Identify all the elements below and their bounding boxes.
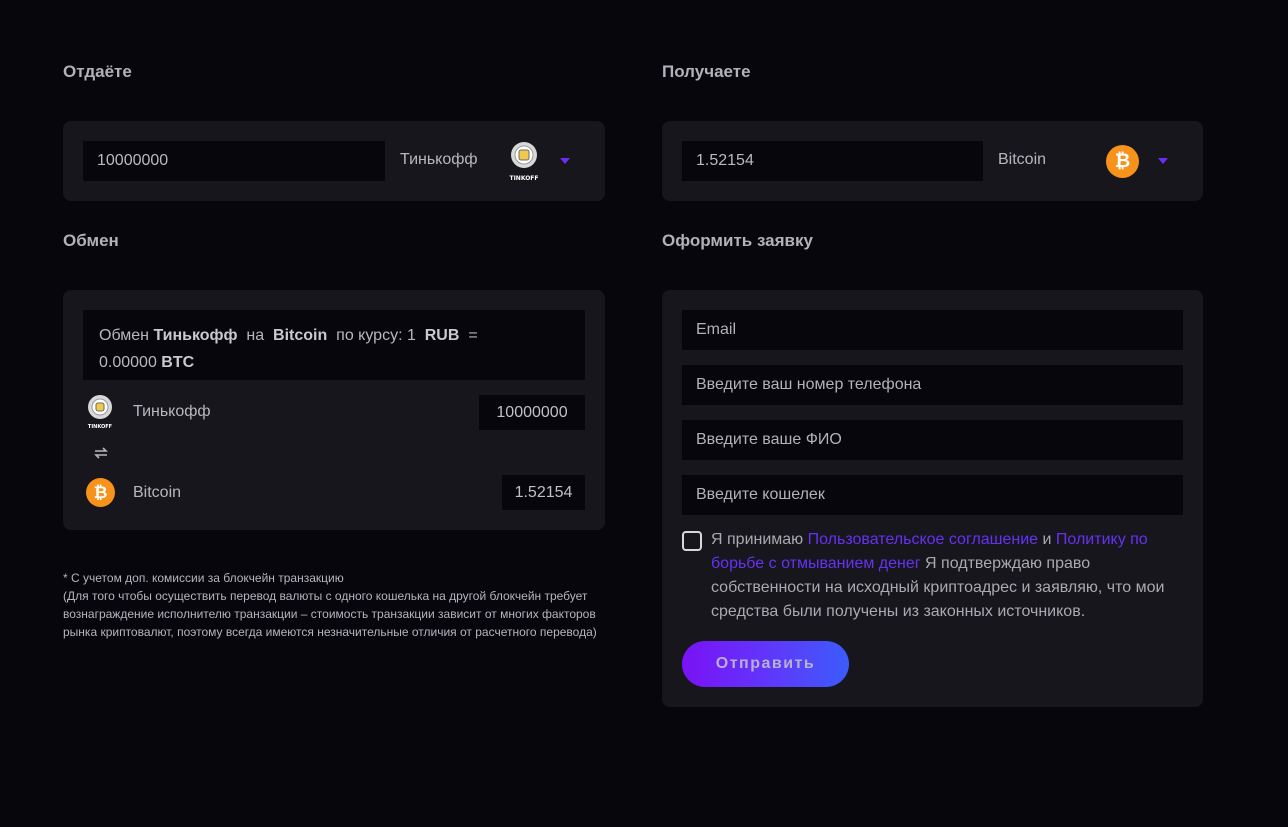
swap-icon[interactable]: [93, 446, 109, 465]
rate-mid: по курсу: 1: [336, 327, 416, 344]
tinkoff-logo-icon[interactable]: TINKOFF: [507, 140, 541, 182]
rate-to: Bitcoin: [273, 327, 328, 344]
give-currency-label[interactable]: Тинькофф: [400, 151, 478, 169]
tinkoff-small-logo-text: TINKOFF: [88, 424, 112, 430]
agree-prefix: Я принимаю: [711, 531, 804, 548]
give-chevron-down-icon[interactable]: [560, 158, 570, 164]
tinkoff-small-icon: TINKOFF: [83, 394, 117, 430]
note-line1: * С учетом доп. комиссии за блокчейн тра…: [63, 571, 344, 585]
agree-checkbox[interactable]: [682, 531, 702, 551]
note-line2: (Для того чтобы осуществить перевод валю…: [63, 589, 597, 639]
rate-from: Тинькофф: [153, 327, 238, 344]
receive-card: 1.52154 Bitcoin ₿: [662, 121, 1203, 201]
rate-on: на: [246, 327, 265, 344]
user-agreement-link[interactable]: Пользовательское соглашение: [808, 531, 1038, 548]
phone-input[interactable]: Введите ваш номер телефона: [682, 365, 1183, 405]
give-heading: Отдаёте: [63, 62, 132, 81]
rate-value: 0.00000: [99, 354, 157, 371]
receive-heading: Получаете: [662, 62, 751, 81]
bitcoin-small-icon: ₿: [86, 478, 115, 507]
give-card: 10000000 Тинькофф TINKOFF: [63, 121, 605, 201]
agree-text: Я принимаю Пользовательское соглашение и…: [711, 528, 1171, 624]
exchange-from-name: Тинькофф: [133, 403, 211, 420]
receive-amount-input[interactable]: 1.52154: [682, 141, 983, 181]
order-card: Email Введите ваш номер телефона Введите…: [662, 290, 1203, 707]
wallet-input[interactable]: Введите кошелек: [682, 475, 1183, 515]
give-amount-input[interactable]: 10000000: [83, 141, 385, 181]
name-input[interactable]: Введите ваше ФИО: [682, 420, 1183, 460]
exchange-to-value: 1.52154: [502, 475, 585, 510]
rate-prefix: Обмен: [99, 327, 149, 344]
agree-and: и: [1042, 531, 1052, 548]
receive-chevron-down-icon[interactable]: [1158, 158, 1168, 164]
exchange-to-name: Bitcoin: [133, 484, 182, 501]
rate-unit: RUB: [424, 327, 460, 344]
exchange-rate-box: Обмен Тинькофф на Bitcoin по курсу: 1 RU…: [83, 310, 585, 380]
tinkoff-logo-text: TINKOFF: [509, 175, 538, 182]
rate-eq: =: [468, 327, 478, 344]
exchange-from-value: 10000000: [479, 395, 585, 430]
email-input[interactable]: Email: [682, 310, 1183, 350]
submit-button[interactable]: Отправить: [682, 641, 849, 687]
bitcoin-logo-icon[interactable]: ₿: [1106, 145, 1139, 178]
receive-currency-label[interactable]: Bitcoin: [998, 151, 1046, 169]
order-heading: Оформить заявку: [662, 231, 813, 250]
commission-note: * С учетом доп. комиссии за блокчейн тра…: [63, 569, 623, 641]
exchange-card: Обмен Тинькофф на Bitcoin по курсу: 1 RU…: [63, 290, 605, 530]
rate-unit2: BTC: [161, 354, 195, 371]
exchange-heading: Обмен: [63, 231, 119, 250]
